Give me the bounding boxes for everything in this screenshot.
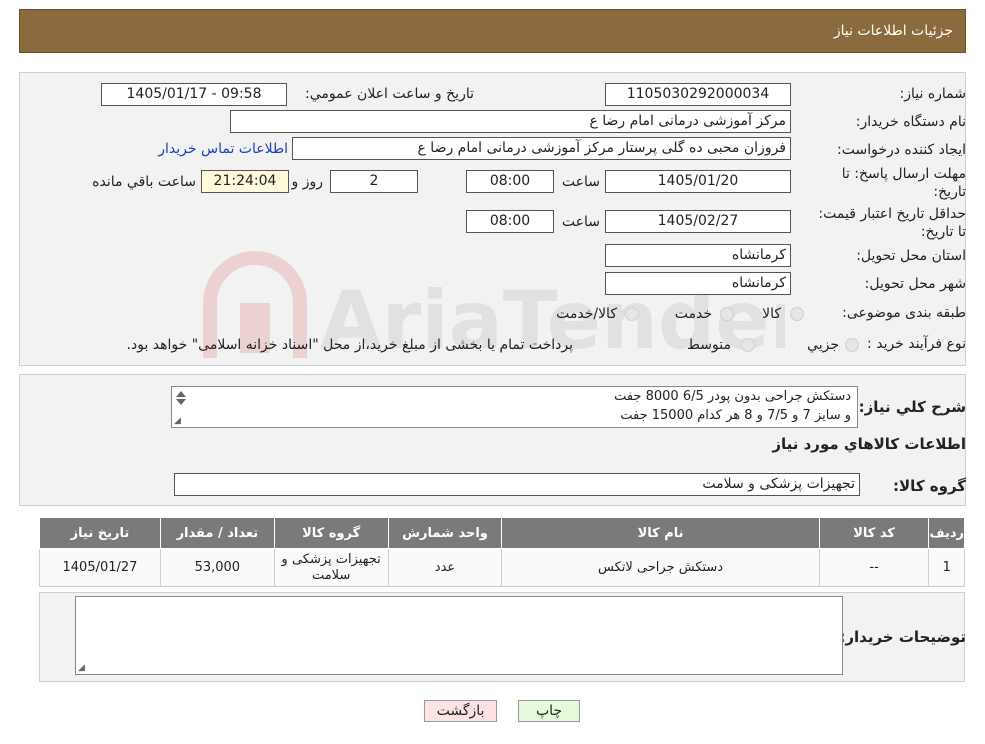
province-label: استان محل تحویل: xyxy=(856,248,966,264)
category-option-goods-service: کالا/خدمت xyxy=(556,306,617,322)
print-button[interactable]: چاپ xyxy=(518,700,580,722)
cell-date: 1405/01/27 xyxy=(39,548,161,587)
cell-code: -- xyxy=(818,548,930,587)
deadline-time-label: ساعت xyxy=(561,174,600,190)
description-label: شرح کلي نیاز: xyxy=(858,398,966,416)
items-table: ردیف کد کالا نام کالا واحد شمارش گروه کا… xyxy=(39,517,965,587)
validity-time-field: 08:00 xyxy=(466,210,554,233)
validity-date-field: 1405/02/27 xyxy=(605,210,791,233)
process-label: نوع فرآیند خرید : xyxy=(867,336,966,352)
category-radio-service[interactable] xyxy=(720,307,734,321)
description-line-1: دستکش جراحی بدون پودر 6/5 8000 جفت xyxy=(614,389,851,404)
goods-group-label: گروه کالا: xyxy=(893,477,966,495)
city-label: شهر محل تحویل: xyxy=(864,276,966,292)
category-label: طبقه بندی موضوعی: xyxy=(842,305,966,321)
days-field: 2 xyxy=(330,170,418,193)
validity-label: حداقل تاریخ اعتبار قیمت: تا تاریخ: xyxy=(818,206,966,240)
creator-label: ایجاد کننده درخواست: xyxy=(837,142,966,158)
buyer-notes-textarea[interactable]: ◢ xyxy=(75,596,843,675)
resize-handle-icon[interactable]: ◢ xyxy=(78,663,85,673)
deadline-label: مهلت ارسال پاسخ: تا تاریخ: xyxy=(841,166,966,200)
buyer-notes-label: توضیحات خریدار: xyxy=(839,628,966,646)
deadline-date-field: 1405/01/20 xyxy=(605,170,791,193)
category-option-goods: کالا xyxy=(762,306,781,322)
goods-group-field: تجهیزات پزشکی و سلامت xyxy=(174,473,860,496)
days-label: روز و xyxy=(291,174,324,190)
announce-label: تاریخ و ساعت اعلان عمومي: xyxy=(305,86,474,102)
process-note: پرداخت تمام یا بخشی از مبلغ خرید،از محل … xyxy=(126,337,573,353)
process-radio-minor[interactable] xyxy=(845,338,859,352)
page-title: جزئیات اطلاعات نیاز xyxy=(833,23,953,39)
table-row: 1 -- دستکش جراحی لاتکس عدد تجهیزات پزشکی… xyxy=(39,548,965,587)
col-date: تاریخ نیاز xyxy=(39,517,161,549)
province-field: کرمانشاه xyxy=(605,244,791,267)
deadline-time-field: 08:00 xyxy=(466,170,554,193)
description-textarea[interactable]: ◢ دستکش جراحی بدون پودر 6/5 8000 جفت و س… xyxy=(171,386,858,428)
cell-group: تجهیزات پزشکی و سلامت xyxy=(273,548,389,587)
col-group: گروه کالا xyxy=(273,517,389,549)
validity-time-label: ساعت xyxy=(561,214,600,230)
cell-row: 1 xyxy=(928,548,965,587)
scroll-down-icon[interactable] xyxy=(176,399,186,405)
creator-field: فروزان محبی ده گلی پرستار مرکز آموزشی در… xyxy=(292,137,791,160)
back-button[interactable]: بازگشت xyxy=(424,700,497,722)
scrollbar[interactable] xyxy=(174,389,188,405)
process-radio-medium[interactable] xyxy=(741,338,755,352)
cell-qty: 53,000 xyxy=(159,548,275,587)
category-radio-goods[interactable] xyxy=(790,307,804,321)
category-radio-goods-service[interactable] xyxy=(625,307,639,321)
table-header-row: ردیف کد کالا نام کالا واحد شمارش گروه کا… xyxy=(39,517,965,549)
col-code: کد کالا xyxy=(818,517,930,549)
process-option-medium: متوسط xyxy=(687,337,731,353)
category-option-service: خدمت xyxy=(674,306,712,322)
remaining-label: ساعت باقي مانده xyxy=(92,174,196,190)
col-unit: واحد شمارش xyxy=(387,517,503,549)
description-line-2: و سایز 7 و 7/5 و 8 هر کدام 15000 جفت xyxy=(620,408,851,423)
contact-info-link[interactable]: اطلاعات تماس خریدار xyxy=(158,141,288,157)
remaining-time-field: 21:24:04 xyxy=(201,170,289,193)
buyer-org-field: مرکز آموزشی درمانی امام رضا ع xyxy=(230,110,791,133)
cell-name: دستکش جراحی لاتکس xyxy=(501,548,820,587)
need-number-field: 1105030292000034 xyxy=(605,83,791,106)
city-field: کرمانشاه xyxy=(605,272,791,295)
resize-handle-icon[interactable]: ◢ xyxy=(174,416,181,426)
col-row: ردیف xyxy=(928,517,965,549)
page-header: جزئیات اطلاعات نیاز xyxy=(19,9,966,53)
col-name: نام کالا xyxy=(501,517,820,549)
col-qty: تعداد / مقدار xyxy=(159,517,275,549)
goods-section-title: اطلاعات کالاهاي مورد نیاز xyxy=(772,435,966,453)
scroll-up-icon[interactable] xyxy=(176,391,186,397)
need-number-label: شماره نیاز: xyxy=(899,86,967,102)
cell-unit: عدد xyxy=(387,548,503,587)
buyer-org-label: نام دستگاه خریدار: xyxy=(855,114,966,130)
announce-field: 1405/01/17 - 09:58 xyxy=(101,83,287,106)
process-option-minor: جزيي xyxy=(807,337,839,353)
